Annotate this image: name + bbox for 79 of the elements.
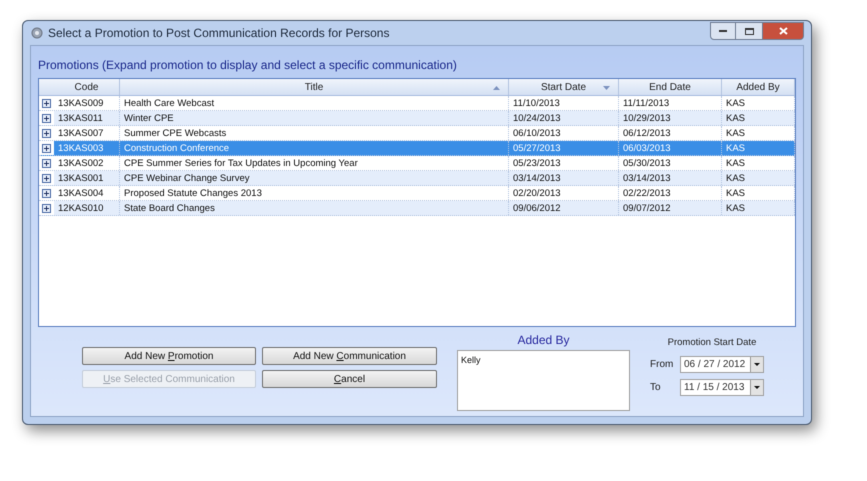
column-header[interactable]: Added By	[722, 79, 795, 95]
date-range-label: Promotion Start Date	[666, 336, 758, 350]
expand-icon[interactable]	[42, 98, 51, 108]
column-header[interactable]: Start Date	[509, 79, 619, 95]
added-by-list[interactable]: Kelly	[457, 350, 630, 411]
table-cell: 13KAS003	[54, 141, 120, 155]
dropdown-arrow-icon	[754, 386, 760, 390]
table-cell: Proposed Statute Changes 2013	[120, 186, 509, 200]
date-label: To	[650, 381, 662, 396]
table-cell: State Board Changes	[120, 201, 509, 215]
table-cell: 12KAS010	[54, 201, 120, 215]
dialog-button[interactable]: Add New Communication	[262, 347, 437, 365]
expand-icon[interactable]	[42, 158, 51, 168]
table-cell: 06/12/2013	[619, 126, 722, 140]
table-cell: Construction Conference	[120, 141, 509, 155]
table-cell: KAS	[722, 111, 795, 125]
table-cell: 13KAS007	[54, 126, 120, 140]
list-item[interactable]: Kelly	[461, 354, 626, 368]
table-cell: 03/14/2013	[509, 171, 619, 185]
table-cell: 02/20/2013	[509, 186, 619, 200]
maximize-button[interactable]	[736, 22, 762, 40]
table-cell: CPE Summer Series for Tax Updates in Upcoming Year	[120, 156, 509, 170]
table-cell: 05/23/2013	[509, 156, 619, 170]
table-cell: 06/03/2013	[619, 141, 722, 155]
dialog-button[interactable]: Add New Promotion	[82, 347, 256, 365]
window-title: Select a Promotion to Post Communication Records for Persons	[48, 25, 390, 42]
table-cell: KAS	[722, 126, 795, 140]
table-cell: KAS	[722, 141, 795, 155]
table-cell: KAS	[722, 96, 795, 110]
dropdown-arrow-icon	[754, 363, 760, 366]
table-cell: 10/24/2013	[509, 111, 619, 125]
table-cell: KAS	[722, 156, 795, 170]
grid-row[interactable]: 13KAS009 Health Care Webcast 11/10/2013 11/11/2013 KAS	[39, 96, 795, 111]
section-heading: Promotions (Expand promotion to display and select a specific communication)	[38, 57, 458, 74]
date-picker[interactable]: 11 / 15 / 2013	[680, 379, 764, 396]
table-cell: 13KAS004	[54, 186, 120, 200]
table-cell: 13KAS011	[54, 111, 120, 125]
table-cell: 05/30/2013	[619, 156, 722, 170]
date-picker[interactable]: 06 / 27 / 2012	[680, 356, 764, 374]
date-label: From	[650, 358, 674, 372]
table-cell: 06/10/2013	[509, 126, 619, 140]
table-cell: CPE Webinar Change Survey	[120, 171, 509, 185]
grid-row[interactable]: 13KAS007 Summer CPE Webcasts 06/10/2013 06/12/2013 KAS	[39, 126, 795, 141]
table-cell: 13KAS001	[54, 171, 120, 185]
table-cell: 09/07/2012	[619, 201, 722, 215]
expand-icon[interactable]	[42, 128, 51, 138]
table-cell: 02/22/2013	[619, 186, 722, 200]
table-cell: 11/10/2013	[509, 96, 619, 110]
grid-row[interactable]: 12KAS010 State Board Changes 09/06/2012 09/07/2012 KAS	[39, 201, 795, 216]
dialog-button[interactable]: Cancel	[262, 370, 437, 388]
grid-row[interactable]: 13KAS004 Proposed Statute Changes 2013 02/20/2013 02/22/2013 KAS	[39, 186, 795, 201]
expand-icon[interactable]	[42, 188, 51, 198]
grid-row[interactable]: 13KAS011 Winter CPE 10/24/2013 10/29/2013 KAS	[39, 111, 795, 126]
table-cell: 13KAS009	[54, 96, 120, 110]
column-header[interactable]: Title	[120, 79, 509, 95]
added-by-label: Added By	[517, 332, 570, 349]
table-cell: 09/06/2012	[509, 201, 619, 215]
table-cell: 11/11/2013	[619, 96, 722, 110]
close-icon	[778, 27, 788, 35]
close-button[interactable]	[762, 22, 804, 40]
grid-row[interactable]: 13KAS002 CPE Summer Series for Tax Updates in Upcoming Year 05/23/2013 05/30/2013 KAS	[39, 156, 795, 171]
expand-icon[interactable]	[42, 144, 51, 152]
column-header[interactable]: Code	[54, 79, 120, 95]
table-cell: 13KAS002	[54, 156, 120, 170]
expand-icon[interactable]	[42, 114, 51, 122]
table-cell: KAS	[722, 201, 795, 215]
grid-row[interactable]: 13KAS001 CPE Webinar Change Survey 03/14/2013 03/14/2013 KAS	[39, 171, 795, 186]
table-cell: Summer CPE Webcasts	[120, 126, 509, 140]
minimize-button[interactable]	[710, 22, 736, 40]
column-header[interactable]: End Date	[619, 79, 722, 95]
table-cell: 10/29/2013	[619, 111, 722, 125]
expand-icon[interactable]	[42, 204, 51, 212]
table-cell: Health Care Webcast	[120, 96, 509, 110]
table-cell: 05/27/2013	[509, 141, 619, 155]
expand-icon[interactable]	[42, 174, 51, 182]
table-cell: KAS	[722, 171, 795, 185]
table-cell: 03/14/2013	[619, 171, 722, 185]
table-cell: KAS	[722, 186, 795, 200]
table-cell: Winter CPE	[120, 111, 509, 125]
